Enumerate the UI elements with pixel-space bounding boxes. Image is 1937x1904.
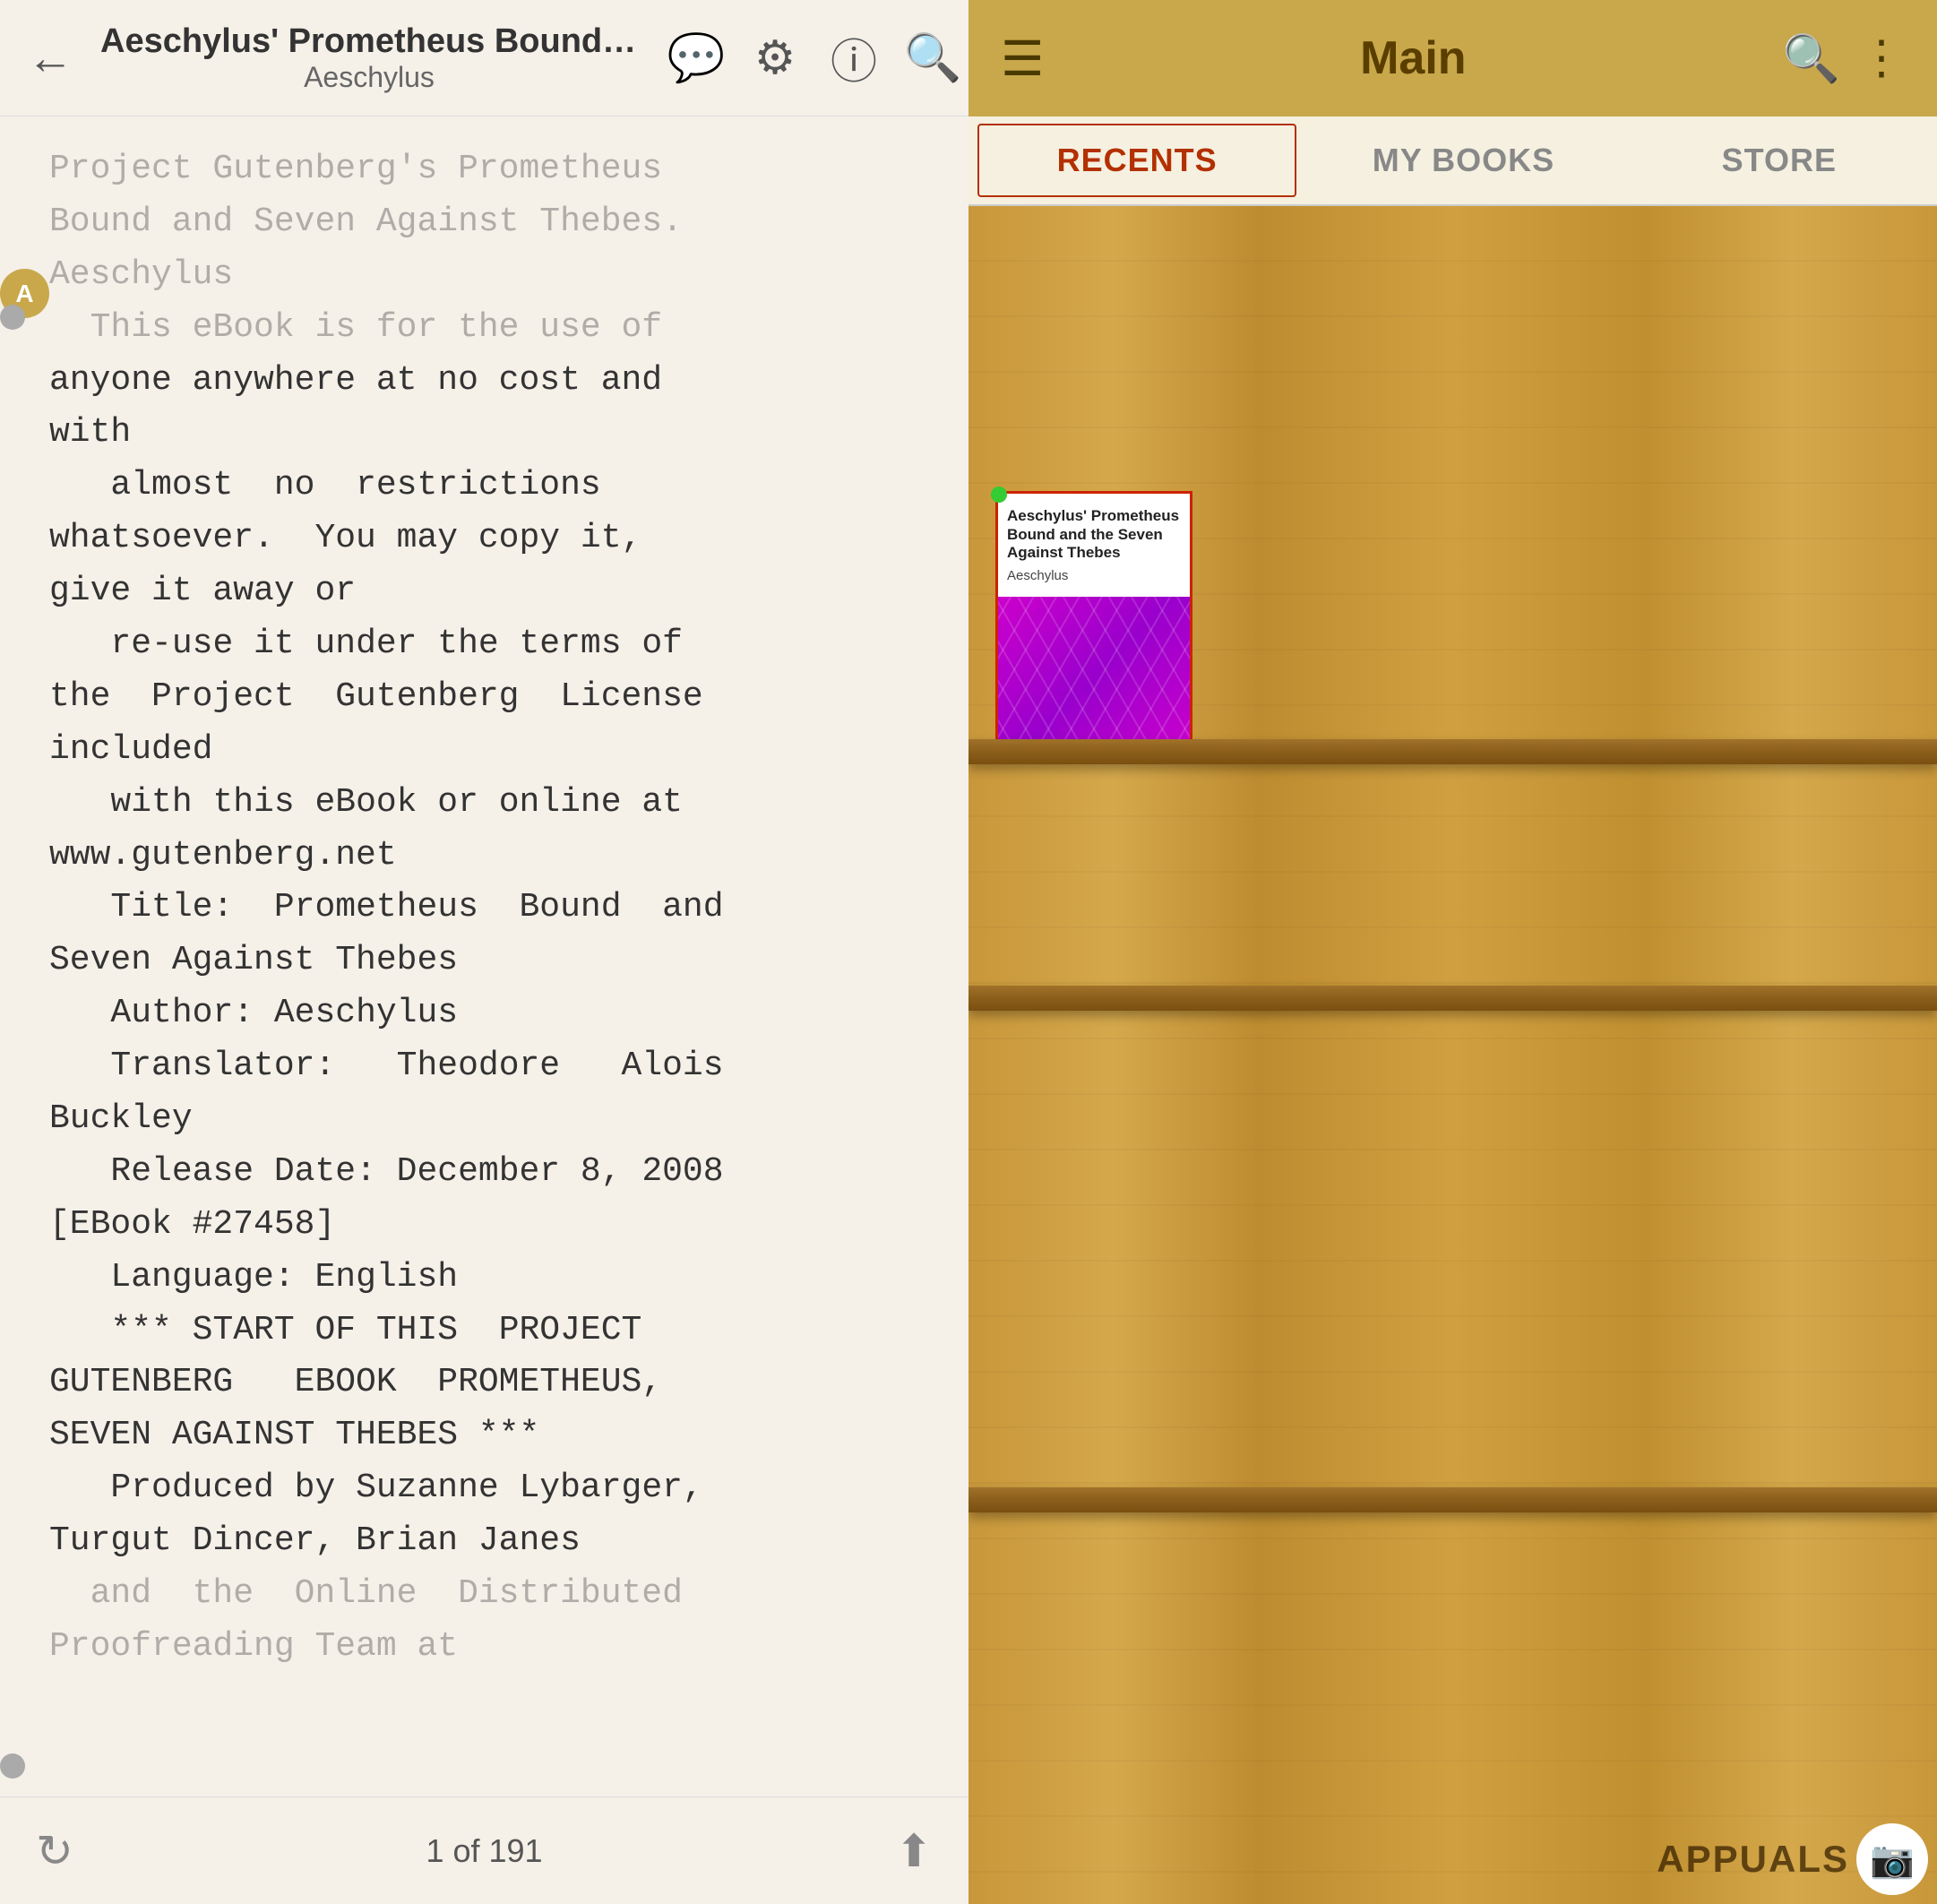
back-button[interactable]: ←	[27, 27, 73, 90]
tab-recents[interactable]: RECENTS	[977, 124, 1296, 197]
faded-text-bottom: and the Online Distributed Proofreading …	[49, 1568, 933, 1674]
search-button[interactable]: 🔍	[1782, 31, 1840, 86]
shelf-area: Aeschylus' Prometheus Bound and the Seve…	[968, 206, 1937, 1904]
shelf-topbar: ☰ Main 🔍 ⋮	[968, 0, 1937, 116]
settings-icon[interactable]: ⚙	[744, 27, 806, 90]
reader-right-icons: 💬 ⚙ ⓘ 🔍 🔖	[665, 27, 968, 90]
book-status-dot	[991, 487, 1007, 503]
refresh-button[interactable]: ↻	[36, 1825, 73, 1877]
upload-button[interactable]: ⬆	[895, 1825, 933, 1877]
book-item[interactable]: Aeschylus' Prometheus Bound and the Seve…	[995, 491, 1192, 755]
search-icon[interactable]: 🔍	[901, 27, 964, 90]
page-indicator: 1 of 191	[426, 1832, 542, 1870]
info-icon[interactable]: ⓘ	[822, 27, 885, 90]
camera-icon: 📷	[1856, 1823, 1928, 1895]
book-text-main: anyone anywhere at no cost and with almo…	[49, 355, 933, 1568]
shelf-panel: ☰ Main 🔍 ⋮ RECENTS MY BOOKS STORE Aeschy…	[968, 0, 1937, 1904]
tab-store[interactable]: STORE	[1622, 116, 1937, 204]
faded-text-top: Project Gutenberg's Prometheus Bound and…	[49, 143, 933, 355]
book-author: Aeschylus	[304, 61, 435, 94]
shelf-board-2	[968, 986, 1937, 1011]
reader-bottombar: ↻ 1 of 191 ⬆	[0, 1796, 968, 1904]
book-title: Aeschylus' Prometheus Bound and...	[100, 22, 638, 61]
tab-my-books[interactable]: MY BOOKS	[1305, 116, 1621, 204]
hamburger-menu[interactable]: ☰	[1001, 30, 1044, 87]
shelf-tabs: RECENTS MY BOOKS STORE	[968, 116, 1937, 206]
book-content: Project Gutenberg's Prometheus Bound and…	[0, 116, 968, 1796]
book-cover-header: Aeschylus' Prometheus Bound and the Seve…	[998, 494, 1190, 597]
watermark-text: APPUALS	[1657, 1838, 1849, 1881]
shelf-title: Main	[1062, 31, 1764, 85]
book-cover-author: Aeschylus	[1007, 568, 1181, 583]
reader-panel: ← Aeschylus' Prometheus Bound and... Aes…	[0, 0, 968, 1904]
shelf-board-1	[968, 739, 1937, 764]
reader-title-block: Aeschylus' Prometheus Bound and... Aesch…	[100, 22, 638, 94]
shelf-board-3	[968, 1487, 1937, 1512]
book-cover-title: Aeschylus' Prometheus Bound and the Seve…	[1007, 507, 1181, 562]
watermark: APPUALS 📷	[1657, 1823, 1928, 1895]
more-options-button[interactable]: ⋮	[1858, 31, 1905, 85]
speech-icon[interactable]: 💬	[665, 27, 727, 90]
progress-dot-bottom	[0, 1753, 25, 1779]
reader-topbar: ← Aeschylus' Prometheus Bound and... Aes…	[0, 0, 968, 116]
book-cover-art: Project Gutenberg	[998, 597, 1190, 758]
progress-dot-top	[0, 305, 25, 330]
